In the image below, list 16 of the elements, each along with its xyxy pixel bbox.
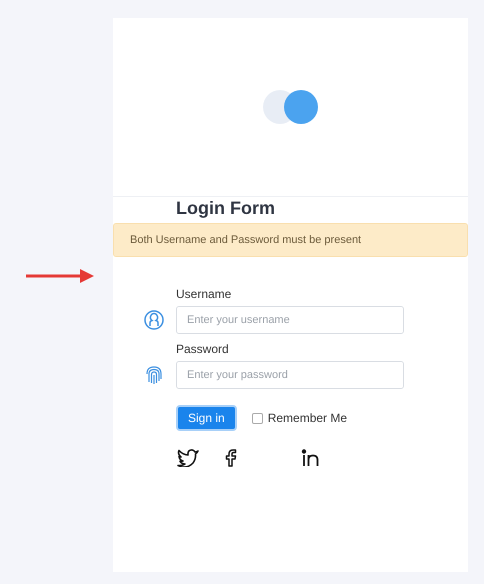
alert-banner: Both Username and Password must be present bbox=[113, 223, 468, 257]
field-label: Username bbox=[176, 287, 232, 301]
facebook-icon[interactable] bbox=[225, 449, 237, 467]
text-field[interactable]: Enter your password bbox=[176, 361, 404, 389]
linkedin-icon[interactable] bbox=[301, 449, 321, 467]
checkbox-label: Remember Me bbox=[268, 411, 348, 425]
user-icon bbox=[144, 310, 164, 330]
field-label: Password bbox=[176, 342, 230, 356]
remember-checkbox[interactable] bbox=[252, 412, 263, 424]
arrow-icon bbox=[26, 269, 94, 283]
fingerprint-icon bbox=[144, 365, 164, 385]
bird-icon[interactable] bbox=[177, 449, 199, 467]
text-field[interactable]: Enter your username bbox=[176, 306, 404, 334]
form-title: Login Form bbox=[176, 197, 276, 220]
logo-icon bbox=[262, 90, 318, 124]
sign-in-button[interactable]: Sign in bbox=[176, 405, 237, 431]
